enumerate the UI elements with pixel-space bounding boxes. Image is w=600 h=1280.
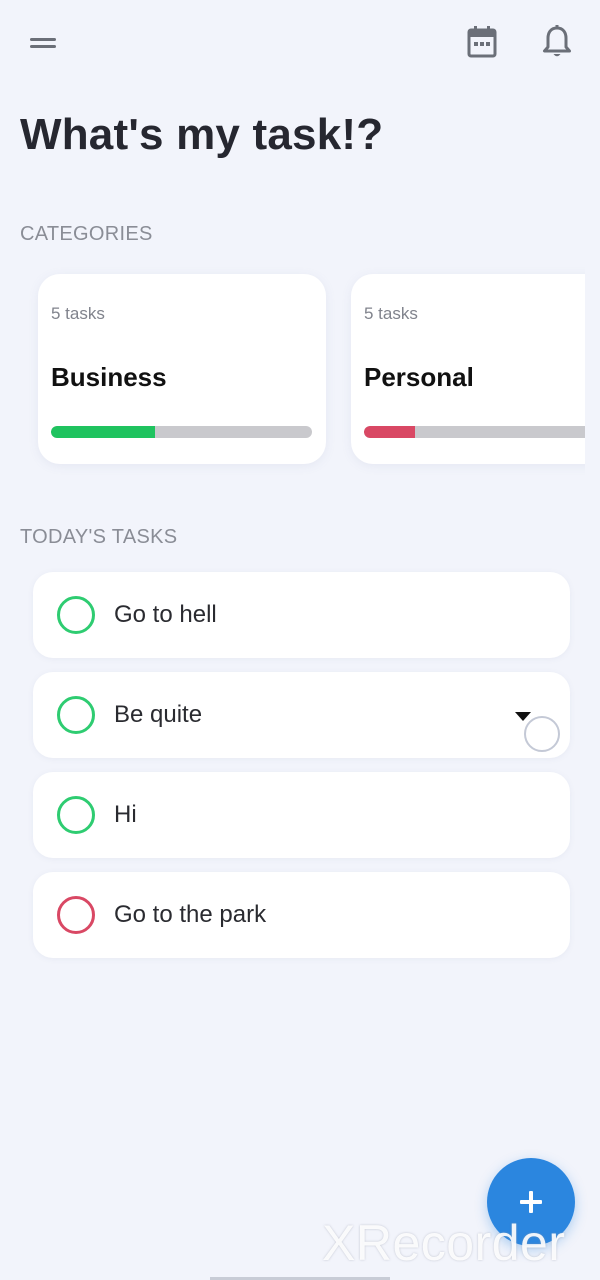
category-progress-fill xyxy=(51,426,156,438)
category-card-business[interactable]: 5 tasks Business xyxy=(38,274,326,464)
task-title: Be quite xyxy=(114,701,203,728)
category-progress-fill xyxy=(364,426,415,438)
task-item[interactable]: Be quite xyxy=(33,672,570,758)
category-task-count: 5 tasks xyxy=(364,304,418,323)
recorder-watermark: XRecorder xyxy=(322,1215,566,1271)
task-title: Go to hell xyxy=(114,601,217,628)
category-task-count: 5 tasks xyxy=(51,304,105,323)
categories-heading: CATEGORIES xyxy=(20,223,153,245)
calendar-button[interactable] xyxy=(462,22,502,62)
task-item[interactable]: Go to the park xyxy=(33,872,570,958)
category-progress-bar xyxy=(364,426,585,438)
touch-indicator xyxy=(524,716,560,752)
task-title: Hi xyxy=(114,801,137,828)
category-progress-bar xyxy=(51,426,312,438)
task-checkbox[interactable] xyxy=(57,596,95,634)
bell-icon xyxy=(543,25,571,57)
category-card-personal[interactable]: 5 tasks Personal xyxy=(351,274,585,464)
task-checkbox[interactable] xyxy=(57,896,95,934)
menu-icon xyxy=(30,38,56,41)
notifications-button[interactable] xyxy=(537,22,577,62)
todays-tasks-heading: TODAY'S TASKS xyxy=(20,526,178,548)
task-item[interactable]: Hi xyxy=(33,772,570,858)
page-title: What's my task!? xyxy=(20,110,384,159)
task-item[interactable]: Go to hell xyxy=(33,572,570,658)
category-name: Personal xyxy=(364,362,474,392)
task-title: Go to the park xyxy=(114,901,267,928)
menu-button[interactable] xyxy=(24,28,64,58)
categories-carousel[interactable]: 5 tasks Business 5 tasks Personal xyxy=(0,262,585,482)
task-checkbox[interactable] xyxy=(57,796,95,834)
task-list: Go to hell Be quite Hi Go to the park xyxy=(33,572,570,972)
dropdown-arrow-icon[interactable] xyxy=(515,712,531,721)
task-checkbox[interactable] xyxy=(57,696,95,734)
category-name: Business xyxy=(51,362,167,392)
calendar-icon xyxy=(467,26,497,58)
